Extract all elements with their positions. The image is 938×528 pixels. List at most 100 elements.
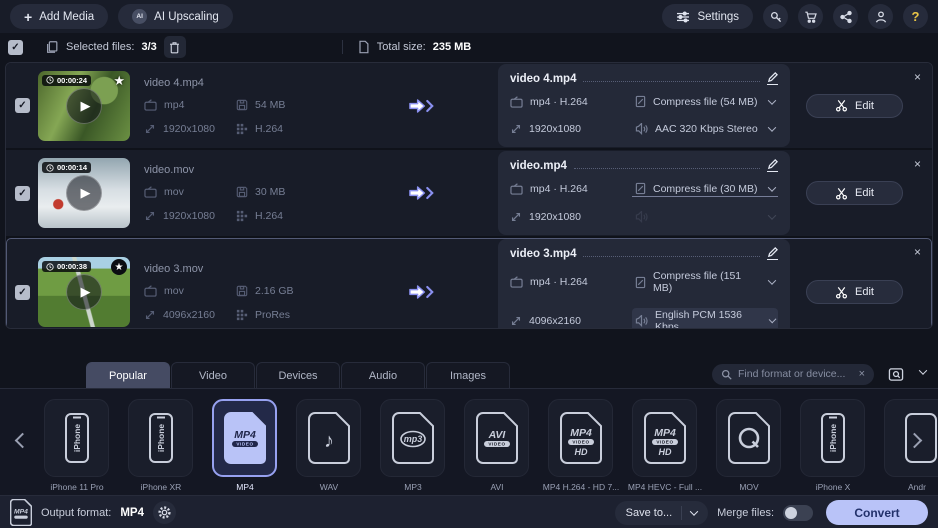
play-button[interactable]: ▶: [66, 274, 102, 310]
merge-files-toggle[interactable]: [783, 505, 813, 521]
chevron-down-icon: [768, 211, 776, 219]
format-card-iphone-xr[interactable]: iPhone iPhone XR: [128, 399, 193, 495]
compress-dropdown[interactable]: Compress file (151 MB): [632, 269, 778, 295]
format-icon: [144, 186, 157, 198]
tab-video[interactable]: Video: [171, 362, 255, 388]
compress-dropdown[interactable]: Compress file (54 MB): [632, 94, 778, 109]
select-all-checkbox[interactable]: ✓: [8, 40, 23, 55]
source-filename: video 4.mp4: [144, 77, 344, 89]
save-to-dropdown[interactable]: Save to...: [615, 501, 708, 525]
clear-search-icon[interactable]: ×: [859, 368, 865, 380]
divider: [342, 40, 343, 54]
scroll-left-arrow[interactable]: [15, 433, 31, 449]
file-row-2[interactable]: ✓ 00:00:14 ▶ video.mov mov 30 MB 1920x10…: [6, 150, 932, 236]
audio-dropdown[interactable]: English PCM 1536 Kbps...: [632, 308, 778, 329]
convert-button[interactable]: Convert: [826, 500, 928, 525]
rename-icon[interactable]: [767, 247, 778, 260]
video-thumbnail[interactable]: 00:00:38 ★ ▶: [38, 257, 130, 327]
account-button[interactable]: [868, 4, 893, 29]
format-card-iphone-11-pro[interactable]: iPhone iPhone 11 Pro: [44, 399, 109, 495]
svg-text:VIDEO: VIDEO: [572, 440, 589, 445]
file-checkbox[interactable]: ✓: [15, 186, 30, 201]
share-button[interactable]: [833, 4, 858, 29]
codec-icon: [236, 309, 248, 321]
cart-button[interactable]: [798, 4, 823, 29]
format-icon: [510, 96, 523, 108]
svg-text:VIDEO: VIDEO: [656, 440, 673, 445]
chevron-down-icon: [768, 276, 776, 284]
speaker-icon: [635, 211, 648, 223]
remove-file-icon[interactable]: ×: [914, 246, 921, 258]
format-card-wav[interactable]: ♪ WAV: [296, 399, 361, 495]
delete-selected-button[interactable]: [164, 36, 186, 58]
output-filename: video 4.mp4: [510, 73, 576, 85]
resolution-icon: [144, 123, 156, 135]
person-icon: [874, 10, 888, 24]
remove-file-icon[interactable]: ×: [914, 71, 921, 83]
tab-images[interactable]: Images: [426, 362, 510, 388]
search-input[interactable]: [738, 368, 853, 380]
file-row-1[interactable]: ✓ 00:00:24 ★ ▶ video 4.mp4 mp4 54 MB 192…: [6, 63, 932, 148]
format-icon: [144, 285, 157, 297]
format-card-mp4-h264-hd[interactable]: MP4VIDEOHD MP4 H.264 - HD 7...: [548, 399, 613, 495]
file-checkbox[interactable]: ✓: [15, 98, 30, 113]
rename-icon[interactable]: [767, 159, 778, 172]
format-card-android-partial[interactable]: Andr: [884, 399, 938, 495]
output-format-value: MP4: [120, 507, 144, 519]
format-card-mp4-hevc-fullhd[interactable]: MP4VIDEOHD MP4 HEVC - Full ...: [632, 399, 697, 495]
rename-icon[interactable]: [767, 72, 778, 85]
speaker-icon: [635, 315, 648, 327]
edit-button[interactable]: Edit: [806, 280, 903, 304]
browse-formats-button[interactable]: [883, 363, 909, 385]
tab-devices[interactable]: Devices: [256, 362, 340, 388]
play-button[interactable]: ▶: [66, 88, 102, 124]
favorite-star-icon[interactable]: ★: [113, 73, 125, 89]
ai-upscaling-button[interactable]: AI AI Upscaling: [118, 4, 233, 29]
settings-button[interactable]: Settings: [662, 4, 753, 29]
mp4-hd-file-icon: MP4VIDEOHD: [560, 412, 602, 464]
svg-text:iPhone: iPhone: [156, 424, 166, 453]
edit-button[interactable]: Edit: [806, 181, 903, 205]
audio-dropdown[interactable]: AAC 320 Kbps Stereo: [632, 122, 778, 136]
format-tabs-bar: Popular Video Devices Audio Images ×: [0, 361, 938, 388]
file-icon: [357, 40, 370, 54]
add-media-button[interactable]: + Add Media: [10, 4, 108, 29]
compress-dropdown[interactable]: Compress file (30 MB): [632, 181, 778, 197]
tab-audio[interactable]: Audio: [341, 362, 425, 388]
toggle-knob: [785, 507, 797, 519]
svg-text:MP4: MP4: [234, 429, 256, 441]
video-thumbnail[interactable]: 00:00:24 ★ ▶: [38, 71, 130, 141]
resolution-icon: [144, 210, 156, 222]
file-row-3[interactable]: ✓ 00:00:38 ★ ▶ video 3.mov mov 2.16 GB 4…: [6, 238, 932, 329]
format-card-mp3[interactable]: mp3 MP3: [380, 399, 445, 495]
video-thumbnail[interactable]: 00:00:14 ▶: [38, 158, 130, 228]
disk-icon: [236, 285, 248, 297]
output-settings-button[interactable]: [153, 501, 176, 524]
output-format: mp4 · H.264: [510, 181, 628, 197]
edit-button[interactable]: Edit: [806, 94, 903, 118]
file-checkbox[interactable]: ✓: [15, 285, 30, 300]
format-card-mp4-selected[interactable]: MP4VIDEO MP4: [212, 399, 277, 495]
format-card-avi[interactable]: AVIVIDEO AVI: [464, 399, 529, 495]
collapse-panel-chevron[interactable]: [918, 366, 928, 382]
source-format: mov: [144, 285, 236, 297]
source-codec: ProRes: [236, 309, 344, 321]
play-button[interactable]: ▶: [66, 175, 102, 211]
trash-icon: [168, 41, 181, 54]
divider: [681, 506, 682, 520]
total-size-group: Total size: 235 MB: [357, 40, 471, 54]
disk-icon: [236, 99, 248, 111]
chevron-down-icon: [768, 183, 776, 191]
remove-file-icon[interactable]: ×: [914, 158, 921, 170]
format-card-mov[interactable]: MOV: [716, 399, 781, 495]
format-card-iphone-x[interactable]: iPhone iPhone X: [800, 399, 865, 495]
favorite-star-icon[interactable]: ★: [111, 259, 127, 275]
output-settings-card: video 4.mp4 mp4 · H.264 Compress file (5…: [498, 64, 790, 147]
format-icon: [510, 276, 523, 288]
activation-key-button[interactable]: [763, 4, 788, 29]
scissors-icon: [835, 99, 848, 112]
source-format: mov: [144, 186, 236, 198]
format-search[interactable]: ×: [712, 364, 874, 385]
help-button[interactable]: ?: [903, 4, 928, 29]
tab-popular[interactable]: Popular: [86, 362, 170, 388]
